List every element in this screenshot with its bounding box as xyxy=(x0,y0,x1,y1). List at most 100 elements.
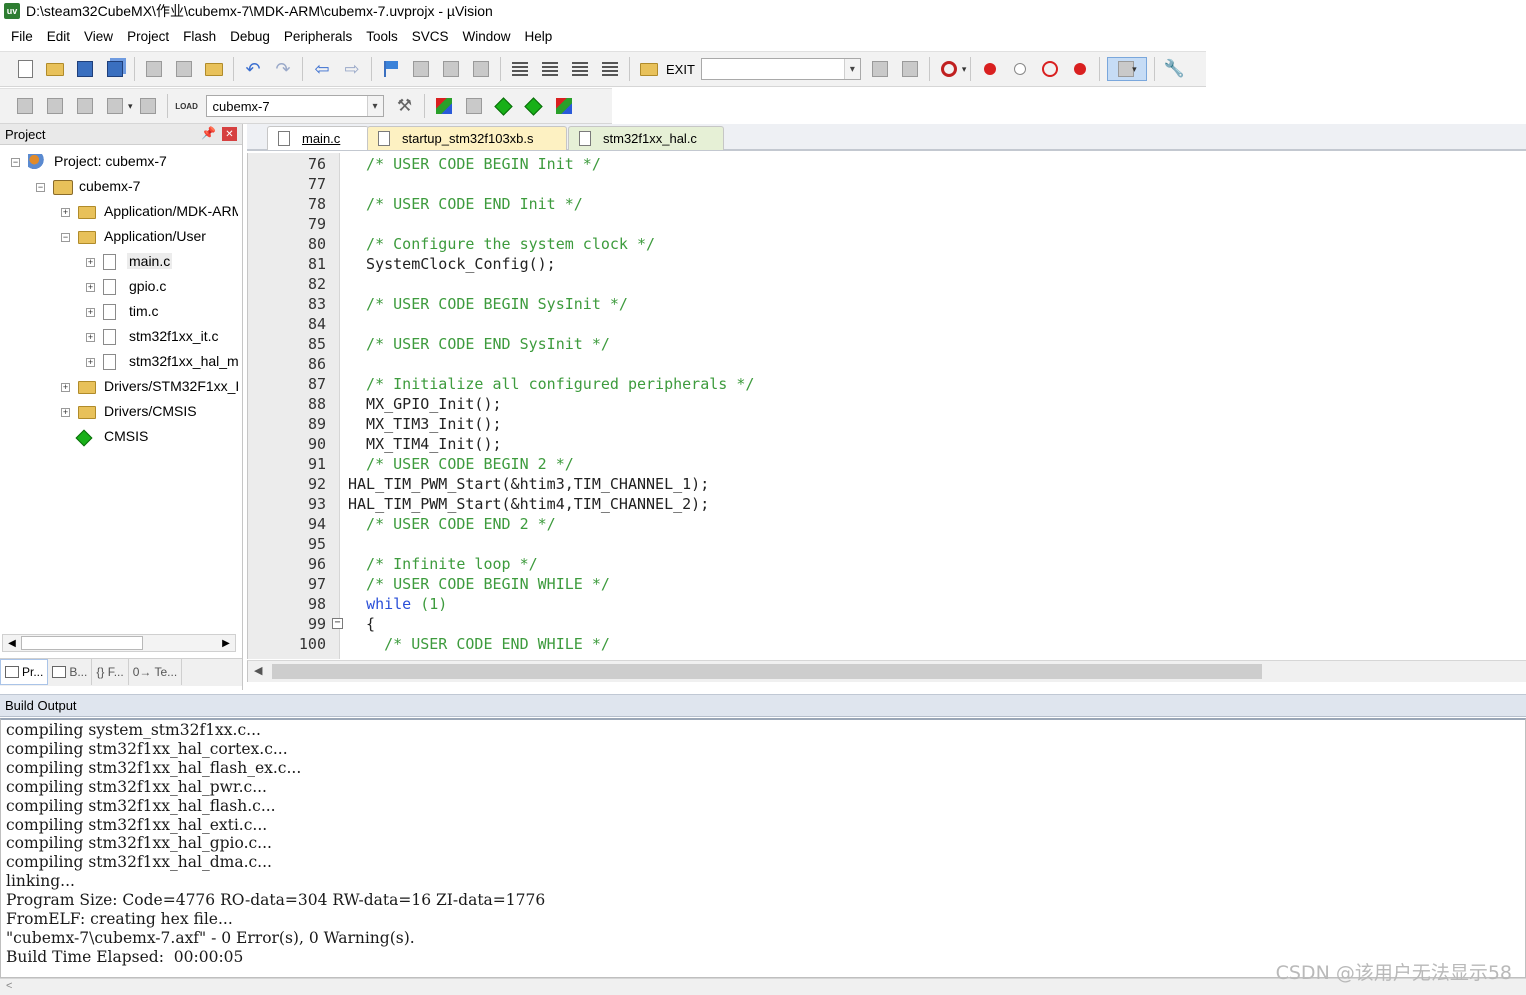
code-line[interactable]: 97 /* USER CODE BEGIN WHILE */ xyxy=(248,574,1526,594)
tab-main-c[interactable]: main.c xyxy=(267,126,369,150)
configure-button[interactable]: 🔧 xyxy=(1162,57,1186,81)
paste-button[interactable] xyxy=(202,57,226,81)
code-line[interactable]: 88 MX_GPIO_Init(); xyxy=(248,394,1526,414)
code-line[interactable]: 84 xyxy=(248,314,1526,334)
expand-icon[interactable]: + xyxy=(86,333,95,342)
chevron-down-icon[interactable]: ▾ xyxy=(366,96,383,116)
tree-item[interactable]: − cubemx-7 xyxy=(0,175,238,200)
tree-item[interactable]: + main.c xyxy=(0,250,238,275)
code-line[interactable]: 85 /* USER CODE END SysInit */ xyxy=(248,334,1526,354)
save-button[interactable] xyxy=(73,57,97,81)
close-icon[interactable]: ✕ xyxy=(222,127,237,141)
pin-icon[interactable]: 📌 xyxy=(201,126,216,140)
menu-debug[interactable]: Debug xyxy=(223,26,277,48)
kill-all-breakpoints-button[interactable] xyxy=(1068,57,1092,81)
tree-item[interactable]: + Application/MDK-ARM xyxy=(0,200,238,225)
tree-item[interactable]: + gpio.c xyxy=(0,275,238,300)
expand-icon[interactable]: + xyxy=(61,408,70,417)
code-line[interactable]: 81 SystemClock_Config(); xyxy=(248,254,1526,274)
tab-templates[interactable]: 0→ Te... xyxy=(129,659,183,685)
code-line[interactable]: 99− { xyxy=(248,614,1526,634)
tab-project[interactable]: Pr... xyxy=(0,659,49,685)
tab-books[interactable]: B... xyxy=(48,659,93,685)
cut-button[interactable] xyxy=(142,57,166,81)
chevron-down-icon[interactable]: ▾ xyxy=(962,64,967,75)
project-horizontal-scrollbar[interactable]: ◀ ▶ xyxy=(2,634,236,652)
expand-icon[interactable]: + xyxy=(61,383,70,392)
tree-item[interactable]: + Drivers/CMSIS xyxy=(0,400,238,425)
tree-item[interactable]: CMSIS xyxy=(0,425,238,450)
tree-item[interactable]: + stm32f1xx_hal_msp.c xyxy=(0,350,238,375)
code-line[interactable]: 94 /* USER CODE END 2 */ xyxy=(248,514,1526,534)
code-line[interactable]: 87 /* Initialize all configured peripher… xyxy=(248,374,1526,394)
build-button[interactable] xyxy=(43,94,67,118)
menu-peripherals[interactable]: Peripherals xyxy=(277,26,359,48)
navigate-back-button[interactable]: ⇦ xyxy=(310,57,334,81)
scrollbar-thumb[interactable] xyxy=(272,664,1262,679)
expand-icon[interactable]: + xyxy=(61,208,70,217)
find-replace-button[interactable] xyxy=(898,57,922,81)
rebuild-button[interactable] xyxy=(73,94,97,118)
code-line[interactable]: 98 while (1) xyxy=(248,594,1526,614)
next-bookmark-button[interactable] xyxy=(439,57,463,81)
code-line[interactable]: 77 xyxy=(248,174,1526,194)
find-combo[interactable]: ▾ xyxy=(700,58,861,80)
uncomment-button[interactable] xyxy=(598,57,622,81)
menu-tools[interactable]: Tools xyxy=(359,26,405,48)
find-in-files-button[interactable] xyxy=(637,57,661,81)
enable-breakpoint-button[interactable] xyxy=(1008,57,1032,81)
stop-build-button[interactable] xyxy=(136,94,160,118)
download-button[interactable]: LOAD xyxy=(175,94,199,118)
collapse-icon[interactable]: − xyxy=(11,158,20,167)
file-extensions-button[interactable] xyxy=(462,94,486,118)
select-software-packs-button[interactable] xyxy=(522,94,546,118)
target-select[interactable]: cubemx-7 ▾ xyxy=(205,95,384,117)
code-line[interactable]: 86 xyxy=(248,354,1526,374)
code-line[interactable]: 83 /* USER CODE BEGIN SysInit */ xyxy=(248,294,1526,314)
menu-window[interactable]: Window xyxy=(455,26,517,48)
code-line[interactable]: 78 /* USER CODE END Init */ xyxy=(248,194,1526,214)
chevron-down-icon[interactable]: ▾ xyxy=(128,101,133,112)
code-line[interactable]: 80 /* Configure the system clock */ xyxy=(248,234,1526,254)
build-output-text[interactable]: compiling system_stm32f1xx.c... compiling… xyxy=(0,718,1526,978)
new-file-button[interactable] xyxy=(13,57,37,81)
undo-button[interactable]: ↶ xyxy=(241,57,265,81)
tree-item[interactable]: + stm32f1xx_it.c xyxy=(0,325,238,350)
code-line[interactable]: 100 /* USER CODE END WHILE */ xyxy=(248,634,1526,654)
code-line[interactable]: 91 /* USER CODE BEGIN 2 */ xyxy=(248,454,1526,474)
navigate-forward-button[interactable]: ⇨ xyxy=(340,57,364,81)
pack-installer-button[interactable] xyxy=(552,94,576,118)
tree-item[interactable]: − Application/User xyxy=(0,225,238,250)
code-line[interactable]: 96 /* Infinite loop */ xyxy=(248,554,1526,574)
expand-icon[interactable]: + xyxy=(86,358,95,367)
code-line[interactable]: 92 HAL_TIM_PWM_Start(&htim3,TIM_CHANNEL_1… xyxy=(248,474,1526,494)
code-line[interactable]: 79 xyxy=(248,214,1526,234)
scroll-left-icon[interactable]: ◀ xyxy=(254,664,262,677)
indent-button[interactable] xyxy=(508,57,532,81)
tree-item[interactable]: − Project: cubemx-7 xyxy=(0,150,238,175)
scroll-left-icon[interactable]: ◀ xyxy=(3,635,21,651)
menu-flash[interactable]: Flash xyxy=(176,26,223,48)
editor-horizontal-scrollbar[interactable]: ◀ xyxy=(247,660,1526,682)
expand-icon[interactable]: + xyxy=(86,283,95,292)
menu-edit[interactable]: Edit xyxy=(40,26,77,48)
scrollbar-track[interactable] xyxy=(143,635,217,651)
redo-button[interactable]: ↷ xyxy=(271,57,295,81)
collapse-icon[interactable]: − xyxy=(36,183,45,192)
menu-view[interactable]: View xyxy=(77,26,120,48)
code-line[interactable]: 89 MX_TIM3_Init(); xyxy=(248,414,1526,434)
code-line[interactable]: 82 xyxy=(248,274,1526,294)
scroll-left-icon[interactable]: < xyxy=(6,980,12,992)
fold-collapse-icon[interactable]: − xyxy=(332,618,343,629)
disable-all-breakpoints-button[interactable] xyxy=(1038,57,1062,81)
code-area[interactable]: 76 /* USER CODE BEGIN Init */77 78 /* USE… xyxy=(247,153,1526,659)
manage-run-time-environment-button[interactable] xyxy=(492,94,516,118)
insert-bookmark-button[interactable] xyxy=(379,57,403,81)
scroll-right-icon[interactable]: ▶ xyxy=(217,635,235,651)
save-all-button[interactable] xyxy=(103,57,127,81)
translate-button[interactable] xyxy=(13,94,37,118)
prev-bookmark-button[interactable] xyxy=(409,57,433,81)
batch-build-button[interactable] xyxy=(103,94,127,118)
expand-icon[interactable]: + xyxy=(86,258,95,267)
target-options-button[interactable]: ⚒ xyxy=(393,94,417,118)
